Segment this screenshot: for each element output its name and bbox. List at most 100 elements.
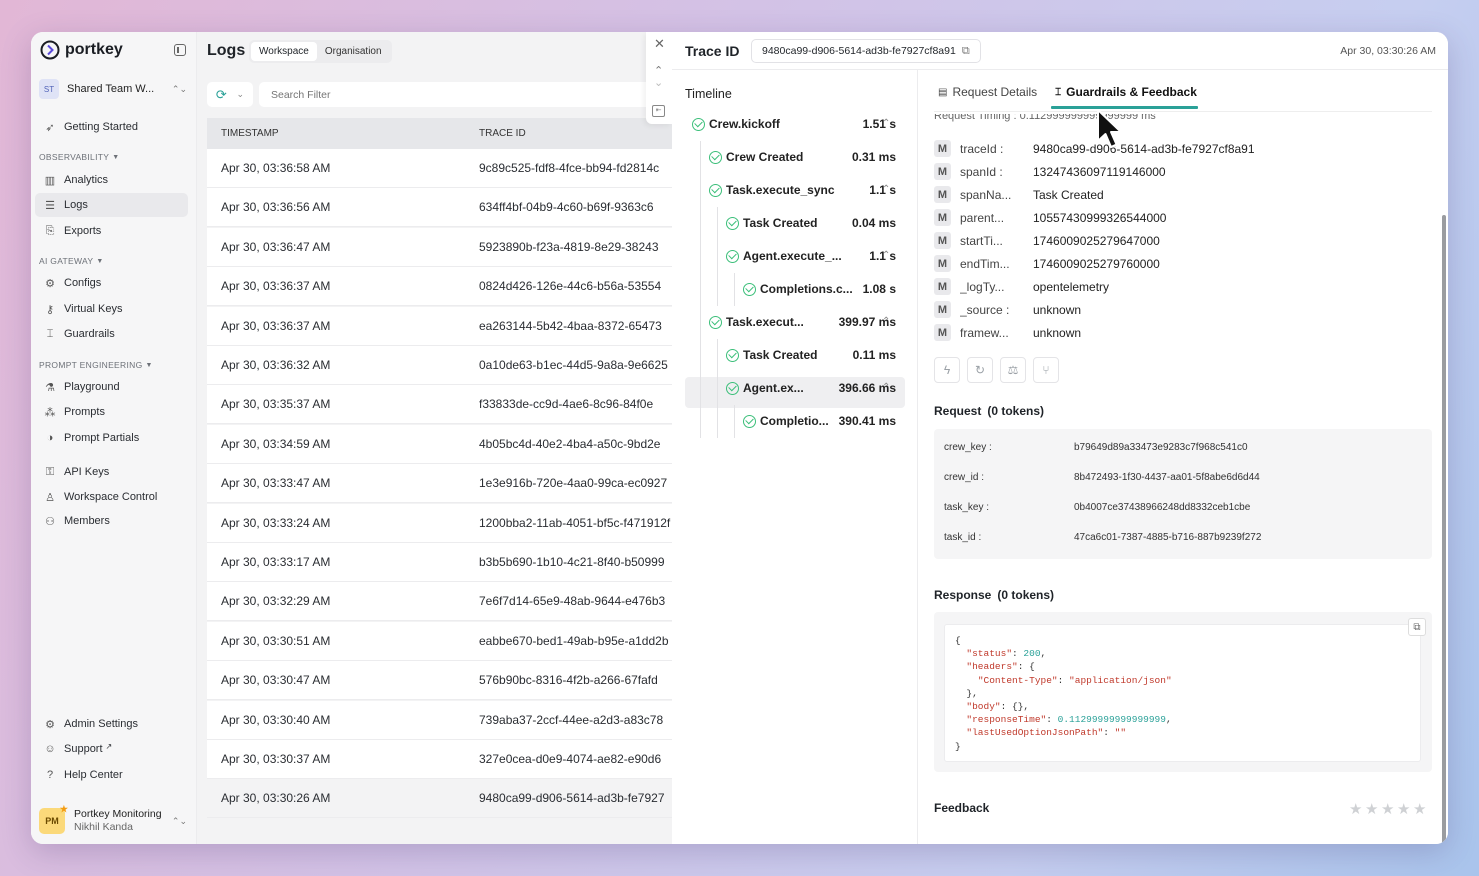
- tab-guardrails-feedback[interactable]: ⌶ Guardrails & Feedback: [1055, 85, 1197, 99]
- table-row[interactable]: Apr 30, 03:30:40 AM 739aba37-2ccf-44ee-a2…: [207, 700, 673, 740]
- nav-exports[interactable]: ⎘ Exports: [35, 219, 188, 243]
- copy-icon[interactable]: ⧉: [962, 45, 970, 58]
- table-row[interactable]: Apr 30, 03:36:37 AM ea263144-5b42-4baa-83…: [207, 306, 673, 346]
- tab-organisation[interactable]: Organisation: [317, 42, 390, 61]
- rating-star-4[interactable]: ★: [1397, 800, 1410, 818]
- trace-id-chip[interactable]: 9480ca99-d906-5614-ad3b-fe7927cf8a91 ⧉: [751, 39, 981, 63]
- table-row[interactable]: Apr 30, 03:35:37 AM f33833de-cc9d-4ae6-8c…: [207, 385, 673, 425]
- col-timestamp[interactable]: TIMESTAMP: [221, 128, 279, 139]
- nav-playground[interactable]: ⚗ Playground: [35, 375, 188, 399]
- table-row[interactable]: Apr 30, 03:33:24 AM 1200bba2-11ab-4051-bf…: [207, 503, 673, 543]
- row-timestamp: Apr 30, 03:34:59 AM: [221, 436, 331, 451]
- nav-label: Exports: [64, 225, 102, 237]
- request-value: 47ca6c01-7387-4885-b716-887b9239f272: [1074, 531, 1262, 543]
- json-content-type: "application/json": [1069, 674, 1172, 686]
- tree-guide-line: [700, 174, 701, 207]
- timeline-span[interactable]: Crew Created: [709, 142, 803, 172]
- table-row[interactable]: Apr 30, 03:32:29 AM 7e6f7d14-65e9-48ab-96…: [207, 582, 673, 622]
- user-name: Nikhil Kanda: [74, 821, 133, 833]
- metadata-value: 10557430999326544000: [1033, 210, 1167, 225]
- nav-configs[interactable]: ⚙ Configs: [35, 271, 188, 295]
- table-row[interactable]: Apr 30, 03:36:32 AM 0a10de63-b1ec-44d5-9a…: [207, 346, 673, 385]
- timeline-span[interactable]: Agent.ex...: [726, 373, 804, 403]
- retry-button[interactable]: ↻: [967, 357, 993, 383]
- tree-guide-line: [717, 405, 718, 438]
- row-timestamp: Apr 30, 03:33:24 AM: [221, 515, 331, 530]
- nav-members[interactable]: ⚇ Members: [35, 509, 188, 533]
- collapse-chevron-icon[interactable]: ⌃: [882, 250, 890, 261]
- tab-request-details[interactable]: ▤ Request Details: [938, 85, 1037, 99]
- table-row[interactable]: Apr 30, 03:33:17 AM b3b5b690-1b10-4c21-8f…: [207, 543, 673, 582]
- metadata-key: spanNa...: [960, 187, 1012, 202]
- table-row[interactable]: Apr 30, 03:36:47 AM 5923890b-f23a-4819-8e…: [207, 227, 673, 267]
- timeline-span[interactable]: Task.execut...: [709, 307, 804, 337]
- refresh-button[interactable]: ⟳ ⌄: [207, 82, 253, 107]
- rating-star-5[interactable]: ★: [1413, 800, 1426, 818]
- metadata-badge: M: [934, 209, 951, 226]
- row-trace-id: ea263144-5b42-4baa-8372-65473: [479, 318, 662, 333]
- table-row[interactable]: Apr 30, 03:36:56 AM 634ff4bf-04b9-4c60-b6…: [207, 188, 673, 228]
- nav-getting-started[interactable]: ➶ Getting Started: [35, 115, 188, 139]
- brand-logo[interactable]: portkey: [40, 40, 123, 60]
- nav-label: Members: [64, 515, 110, 527]
- row-timestamp: Apr 30, 03:36:32 AM: [221, 358, 331, 372]
- rating-star-1[interactable]: ★: [1349, 800, 1362, 818]
- tree-guide-line: [717, 372, 718, 405]
- chevron-down-icon[interactable]: ⌄: [654, 76, 663, 89]
- timeline-span[interactable]: Task Created: [726, 340, 817, 370]
- table-row[interactable]: Apr 30, 03:30:37 AM 327e0cea-d0e9-4074-ae…: [207, 740, 673, 779]
- hierarchy-button[interactable]: ⑂: [1033, 357, 1059, 383]
- span-name: Agent.ex...: [743, 381, 804, 395]
- timeline-span[interactable]: Task Created: [726, 208, 817, 238]
- span-name: Crew.kickoff: [709, 117, 780, 131]
- nav-virtual-keys[interactable]: ⚷ Virtual Keys: [35, 297, 188, 321]
- table-row[interactable]: Apr 30, 03:36:37 AM 0824d426-126e-44c6-b5…: [207, 267, 673, 307]
- table-row[interactable]: Apr 30, 03:30:51 AM eabbe670-bed1-49ab-b9…: [207, 621, 673, 661]
- tree-guide-line: [717, 339, 718, 372]
- collapse-sidebar-icon[interactable]: [174, 44, 186, 56]
- collapse-chevron-icon[interactable]: ⌃: [882, 316, 890, 327]
- rating-star-3[interactable]: ★: [1381, 800, 1394, 818]
- nav-prompts[interactable]: ⁂ Prompts: [35, 400, 188, 424]
- collapse-chevron-icon[interactable]: ⌃: [882, 118, 890, 129]
- section-prompt-engineering[interactable]: PROMPT ENGINEERING ▼: [39, 360, 153, 370]
- rating-star-2[interactable]: ★: [1365, 800, 1378, 818]
- nav-guardrails[interactable]: ⌶ Guardrails: [35, 322, 188, 346]
- scrollbar[interactable]: [1442, 215, 1446, 844]
- nav-prompt-partials[interactable]: ◑ Prompt Partials: [35, 426, 188, 450]
- section-ai-gateway[interactable]: AI GATEWAY ▼: [39, 256, 104, 266]
- expand-panel-icon[interactable]: ⇤: [652, 105, 665, 117]
- collapse-chevron-icon[interactable]: ⌃: [882, 382, 890, 393]
- nav-workspace-control[interactable]: ♙ Workspace Control: [35, 485, 188, 509]
- search-input[interactable]: [259, 82, 673, 107]
- nav-support[interactable]: ☺ Support ↗: [35, 737, 188, 761]
- nav-api-keys[interactable]: ⚿ API Keys: [35, 460, 188, 484]
- timeline-span[interactable]: Crew.kickoff: [692, 109, 780, 139]
- tree-guide-line: [700, 306, 701, 339]
- workspace-switcher[interactable]: ST Shared Team W... ⌃⌄: [39, 77, 189, 101]
- section-observability[interactable]: OBSERVABILITY ▼: [39, 152, 119, 162]
- table-row[interactable]: Apr 30, 03:34:59 AM 4b05bc4d-40e2-4ba4-a5…: [207, 424, 673, 464]
- table-row[interactable]: Apr 30, 03:33:47 AM 1e3e916b-720e-4aa0-99…: [207, 464, 673, 504]
- nav-logs[interactable]: ☰ Logs: [35, 193, 188, 217]
- tree-guide-line: [700, 273, 701, 306]
- metadata-key: _logTy...: [960, 279, 1005, 294]
- user-switcher[interactable]: PM ★ Portkey Monitoring Nikhil Kanda ⌃⌄: [39, 804, 189, 837]
- nav-admin-settings[interactable]: ⚙ Admin Settings: [35, 712, 188, 736]
- collapse-chevron-icon[interactable]: ⌃: [882, 184, 890, 195]
- bolt-button[interactable]: ϟ: [934, 357, 960, 383]
- copy-response-button[interactable]: ⧉: [1408, 618, 1426, 636]
- compare-button[interactable]: ⚖: [1000, 357, 1026, 383]
- close-icon[interactable]: ✕: [654, 36, 665, 52]
- tab-workspace[interactable]: Workspace: [251, 42, 317, 61]
- guardrail-icon: ⌶: [46, 327, 54, 340]
- nav-analytics[interactable]: ▥ Analytics: [35, 168, 188, 192]
- nav-help-center[interactable]: ? Help Center: [35, 763, 188, 787]
- detail-tabs: ▤ Request Details ⌶ Guardrails & Feedback: [938, 85, 1197, 99]
- metadata-row: MendTim... 1746009025279760000: [934, 252, 1160, 275]
- response-code[interactable]: { "status": 200, "headers": { "Content-T…: [944, 624, 1421, 762]
- table-row[interactable]: Apr 30, 03:30:47 AM 576b90bc-8316-4f2b-a2…: [207, 661, 673, 701]
- table-row[interactable]: Apr 30, 03:36:58 AM 9c89c525-fdf8-4fce-bb…: [207, 149, 673, 188]
- col-trace-id[interactable]: TRACE ID: [479, 128, 526, 139]
- table-row[interactable]: Apr 30, 03:30:26 AM 9480ca99-d906-5614-ad…: [207, 779, 673, 819]
